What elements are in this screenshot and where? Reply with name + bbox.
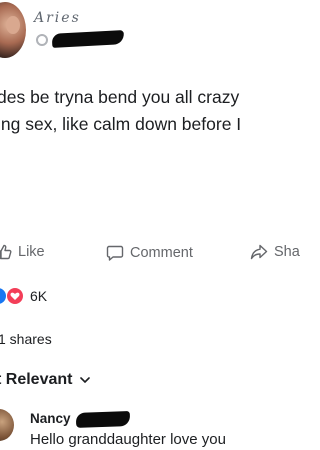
author-avatar[interactable] — [0, 2, 26, 58]
action-bar: Like Comment Sha — [0, 240, 300, 270]
love-reaction-icon — [6, 287, 24, 305]
chevron-down-icon — [80, 377, 91, 383]
post-text: des be tryna bend you all crazy ing sex,… — [0, 84, 317, 138]
thumbs-up-icon — [0, 244, 12, 260]
comment-text: Hello granddaughter love you — [30, 431, 226, 448]
commenter-avatar[interactable] — [0, 409, 14, 441]
post-header: Aries — [0, 0, 300, 62]
comment-button[interactable]: Comment — [106, 244, 193, 262]
reaction-count: 6K — [30, 288, 48, 304]
globe-icon — [36, 34, 48, 46]
sort-label: t Relevant — [0, 371, 73, 388]
comment-item: Nancy Hello granddaughter love you — [0, 405, 300, 450]
redaction-mark — [75, 411, 131, 428]
share-arrow-icon — [250, 244, 268, 260]
comments-sort-dropdown[interactable]: t Relevant — [0, 371, 91, 389]
like-button[interactable]: Like — [0, 244, 45, 260]
comment-bubble-icon — [106, 245, 124, 261]
shares-count[interactable]: 1 shares — [0, 331, 52, 347]
comment-author[interactable]: Nancy — [30, 411, 71, 426]
reactions-summary[interactable]: 6K — [0, 287, 47, 305]
redaction-mark — [51, 30, 125, 48]
share-button[interactable]: Sha — [250, 244, 300, 260]
share-label: Sha — [274, 244, 300, 260]
post-text-line: ing sex, like calm down before I — [0, 114, 242, 134]
post-text-line: des be tryna bend you all crazy — [0, 87, 240, 107]
author-name[interactable]: Aries — [34, 10, 81, 26]
comment-label: Comment — [130, 245, 193, 261]
like-label: Like — [18, 244, 45, 260]
